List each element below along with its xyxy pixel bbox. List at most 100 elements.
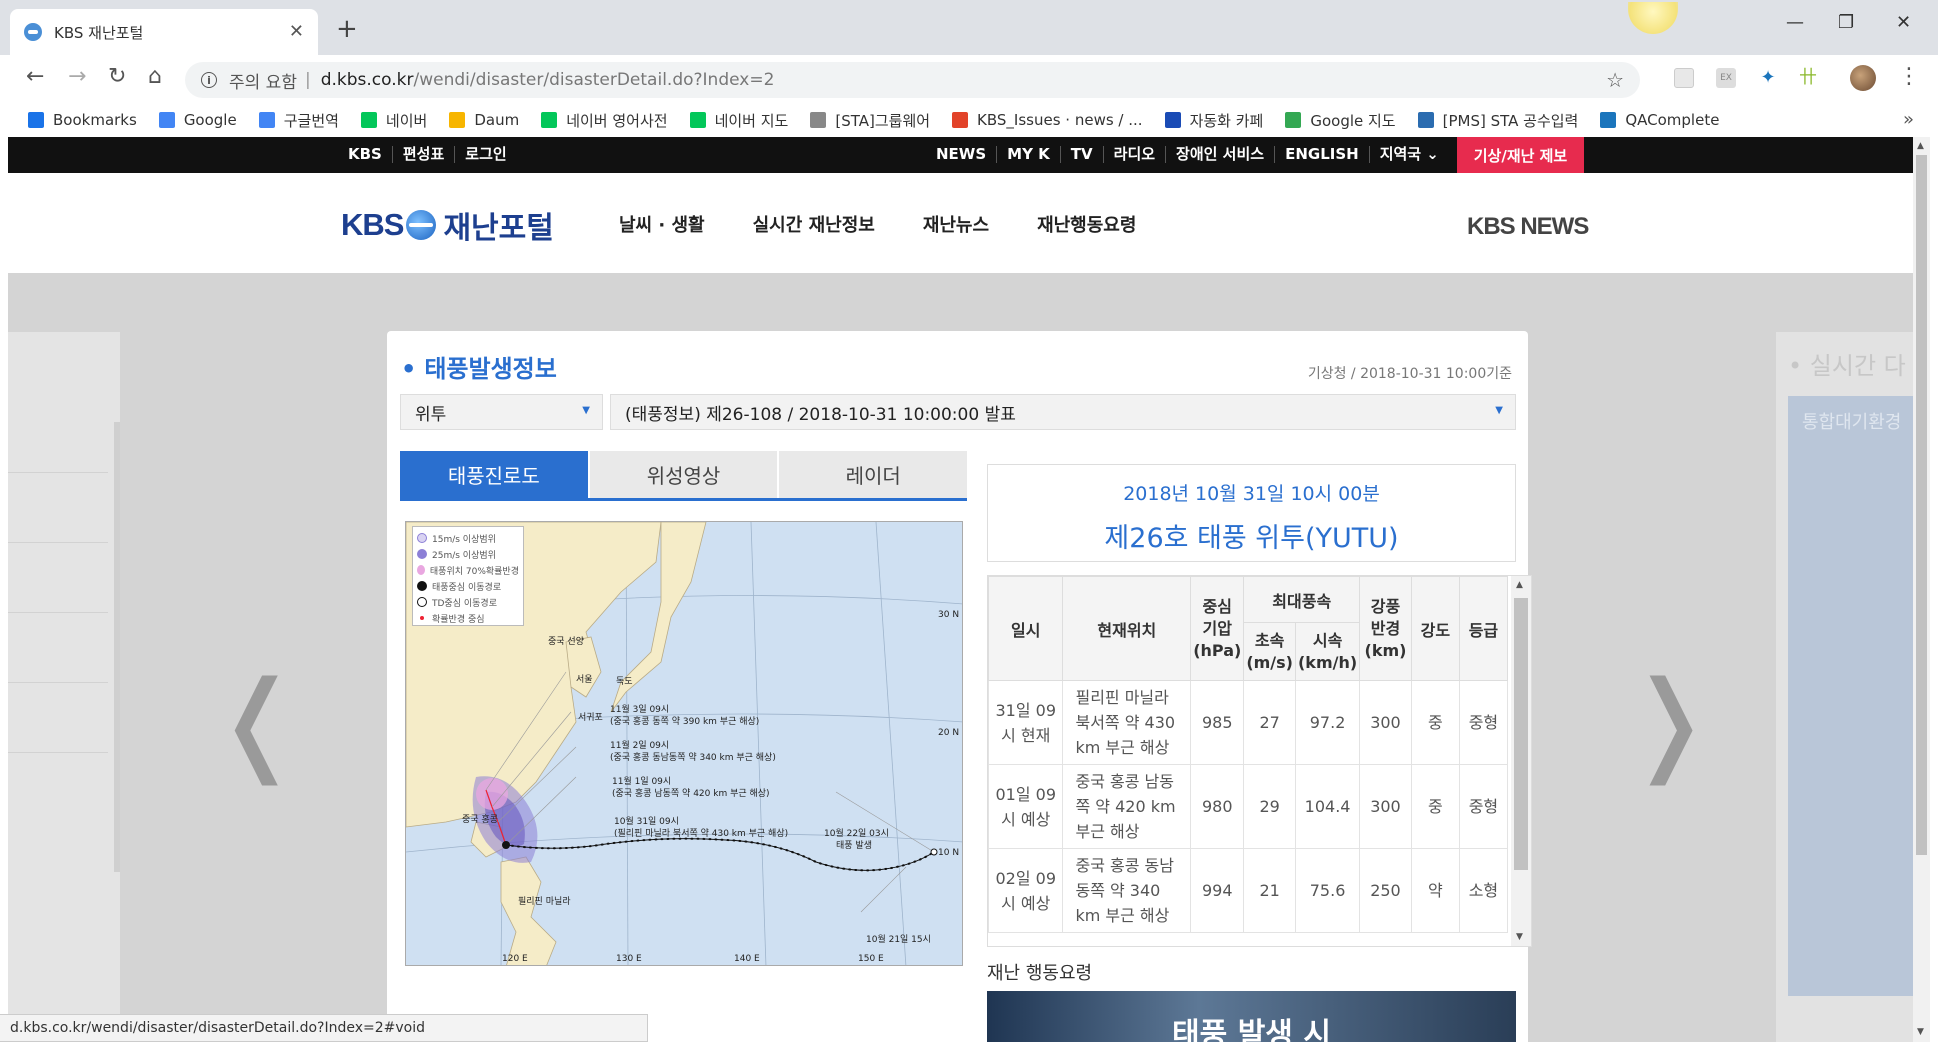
page-scroll-thumb[interactable] (1916, 155, 1927, 855)
typhoon-select[interactable]: 위투 ▼ (400, 394, 603, 430)
forward-icon[interactable]: → (68, 64, 86, 89)
ex-extension-icon[interactable]: EX (1716, 68, 1736, 88)
map-label: 필리핀 마닐라 (518, 897, 571, 907)
prev-arrow-icon[interactable]: ❬ (211, 657, 303, 785)
tab-satellite[interactable]: 위성영상 (589, 451, 778, 498)
scroll-up-icon[interactable]: ▲ (1917, 141, 1924, 151)
page-scrollbar[interactable]: ▲ ▼ (1913, 137, 1930, 1042)
map-label: 태풍 발생 (836, 841, 872, 851)
typhoon-summary: 2018년 10월 31일 10시 00분 제26호 태풍 위투(YUTU) (987, 464, 1516, 562)
tab-track[interactable]: 태풍진로도 (400, 451, 588, 498)
kbs-disaster-logo[interactable]: KBS 재난포털 (341, 203, 554, 247)
cell-ms: 27 (1243, 680, 1296, 765)
profile-avatar[interactable] (1850, 65, 1876, 91)
kbs-news-logo[interactable]: KBS NEWS (1467, 213, 1589, 241)
browser-tab[interactable]: KBS 재난포털 ✕ (10, 9, 318, 55)
kbs-globe-icon (406, 210, 437, 240)
topbar-link[interactable]: KBS (338, 146, 392, 163)
ladder-extension-icon[interactable]: 卄 (1798, 68, 1818, 88)
tab-title: KBS 재난포털 (54, 23, 144, 42)
bookmark-item[interactable]: KBS_Issues · news / ... (952, 111, 1143, 129)
topbar-link[interactable]: 편성표 (391, 146, 454, 163)
cell-loc: 필리핀 마닐라 북서쪽 약 430 km 부근 해상 (1062, 680, 1192, 765)
qa-extension-icon[interactable]: ✦ (1758, 68, 1778, 88)
previous-card-preview (8, 332, 120, 1042)
info-icon[interactable]: i (201, 72, 217, 88)
view-tabs: 태풍진로도 위성영상 레이더 (400, 451, 968, 501)
topbar-link[interactable]: 로그인 (454, 146, 516, 163)
back-icon[interactable]: ← (26, 64, 44, 89)
report-select[interactable]: (태풍정보) 제26-108 / 2018-10-31 10:00:00 발표 … (610, 394, 1516, 430)
bookmark-item[interactable]: [PMS] STA 공수입력 (1417, 110, 1578, 131)
topbar-link[interactable]: 장애인 서비스 (1165, 146, 1274, 163)
tab-close-icon[interactable]: ✕ (289, 21, 304, 42)
topbar-link[interactable]: NEWS (926, 146, 996, 163)
cell-pressure: 980 (1190, 764, 1245, 849)
dropdown-caret-icon: ▼ (1495, 405, 1503, 416)
extension-icon[interactable] (1674, 68, 1694, 88)
bookmark-item[interactable]: Google 지도 (1285, 110, 1396, 131)
minimize-icon[interactable]: — (1786, 12, 1804, 33)
cell-radius: 250 (1359, 848, 1412, 933)
new-tab-icon[interactable]: + (336, 14, 358, 44)
topbar-link[interactable]: 지역국 ⌄ (1368, 146, 1449, 163)
main-nav-item[interactable]: 날씨 · 생활 (619, 211, 705, 237)
cell-pressure: 985 (1190, 680, 1245, 765)
bookmark-label: 네이버 영어사전 (566, 111, 668, 130)
translate-icon (258, 112, 275, 128)
bookmark-item[interactable]: 네이버 지도 (689, 110, 788, 131)
table-scrollbar[interactable]: ▲ ▼ (1511, 576, 1531, 946)
table-row: 01일 09시 예상 중국 홍콩 남동쪽 약 420 km 부근 해상 980 29 1… (988, 764, 1509, 849)
bookmark-label: Google (183, 111, 237, 129)
cell-pressure: 994 (1190, 848, 1245, 933)
bookmark-label: 네이버 (385, 111, 428, 130)
col-header-grade: 등급 (1458, 576, 1509, 681)
main-nav: 날씨 · 생활 실시간 재난정보 재난뉴스 재난행동요령 (619, 211, 1184, 237)
bookmark-item[interactable]: 네이버 (360, 110, 428, 131)
home-icon[interactable]: ⌂ (148, 64, 162, 89)
bookmark-item[interactable]: Daum (449, 111, 519, 129)
scroll-down-icon[interactable]: ▼ (1516, 932, 1523, 942)
stp-icon (1164, 112, 1181, 128)
forecast-table-container[interactable]: 일시 현재위치 중심 기압 (hPa) 최대풍속 강풍 반경 (km) 강도 등… (987, 575, 1532, 947)
main-nav-item[interactable]: 재난행동요령 (1037, 211, 1136, 237)
scroll-up-icon[interactable]: ▲ (1516, 580, 1523, 590)
bookmark-item[interactable]: [STA]그룹웨어 (810, 110, 930, 131)
bookmark-item[interactable]: QAComplete (1600, 111, 1719, 129)
legend-item: 태풍위치 70%확률반경 (429, 566, 519, 577)
bookmark-item[interactable]: Bookmarks (28, 111, 137, 129)
bookmark-label: 구글번역 (283, 111, 339, 130)
summary-date: 2018년 10월 31일 10시 00분 (1123, 483, 1380, 505)
main-nav-item[interactable]: 실시간 재난정보 (753, 211, 875, 237)
next-arrow-icon[interactable]: ❭ (1624, 657, 1716, 785)
scroll-down-icon[interactable]: ▼ (1917, 1027, 1924, 1037)
topbar-link[interactable]: TV (1059, 146, 1103, 163)
restore-icon[interactable]: ❐ (1838, 12, 1854, 33)
reload-icon[interactable]: ↻ (108, 64, 126, 89)
bookmarks-overflow-icon[interactable]: » (1903, 109, 1914, 130)
typhoon-track-map[interactable]: 15m/s 이상범위 25m/s 이상범위 태풍위치 70%확률반경 태풍중심 … (405, 521, 963, 966)
table-scroll-thumb[interactable] (1514, 598, 1528, 870)
action-guide-banner[interactable]: 태풍 발생 시 (987, 991, 1516, 1042)
report-button[interactable]: 기상/재난 제보 (1457, 137, 1584, 173)
bookmark-item[interactable]: 자동화 카페 (1164, 110, 1263, 131)
window-close-icon[interactable]: ✕ (1896, 12, 1911, 33)
main-nav-item[interactable]: 재난뉴스 (923, 211, 989, 237)
bookmark-label: [STA]그룹웨어 (835, 111, 931, 130)
map-label: (중국 홍콩 남동쪽 약 420 km 부근 해상) (612, 789, 770, 799)
map-label: (중국 홍콩 동남동쪽 약 340 km 부근 해상) (610, 753, 776, 763)
menu-kebab-icon[interactable]: ⋮ (1898, 64, 1920, 89)
bookmark-item[interactable]: 네이버 영어사전 (541, 110, 668, 131)
topbar-link[interactable]: MY K (996, 146, 1060, 163)
tab-radar[interactable]: 레이더 (779, 451, 968, 498)
legend-item: 확률반경 중심 (432, 614, 485, 625)
global-top-bar: KBS 편성표 로그인 NEWS MY K TV 라디오 장애인 서비스 ENGLISH 지역국… (8, 137, 1913, 173)
topbar-link[interactable]: 라디오 (1102, 146, 1165, 163)
address-bar[interactable]: i 주의 요함 | d.kbs.co.kr /wendi/disaster/di… (185, 62, 1640, 98)
security-warning: 주의 요함 (229, 72, 297, 93)
bookmark-star-icon[interactable]: ☆ (1606, 68, 1624, 92)
topbar-link[interactable]: ENGLISH (1274, 146, 1369, 163)
bookmark-item[interactable]: Google (158, 111, 237, 129)
toolbar: ← → ↻ ⌂ i 주의 요함 | d.kbs.co.kr /wendi/dis… (0, 55, 1938, 103)
bookmark-item[interactable]: 구글번역 (258, 110, 339, 131)
